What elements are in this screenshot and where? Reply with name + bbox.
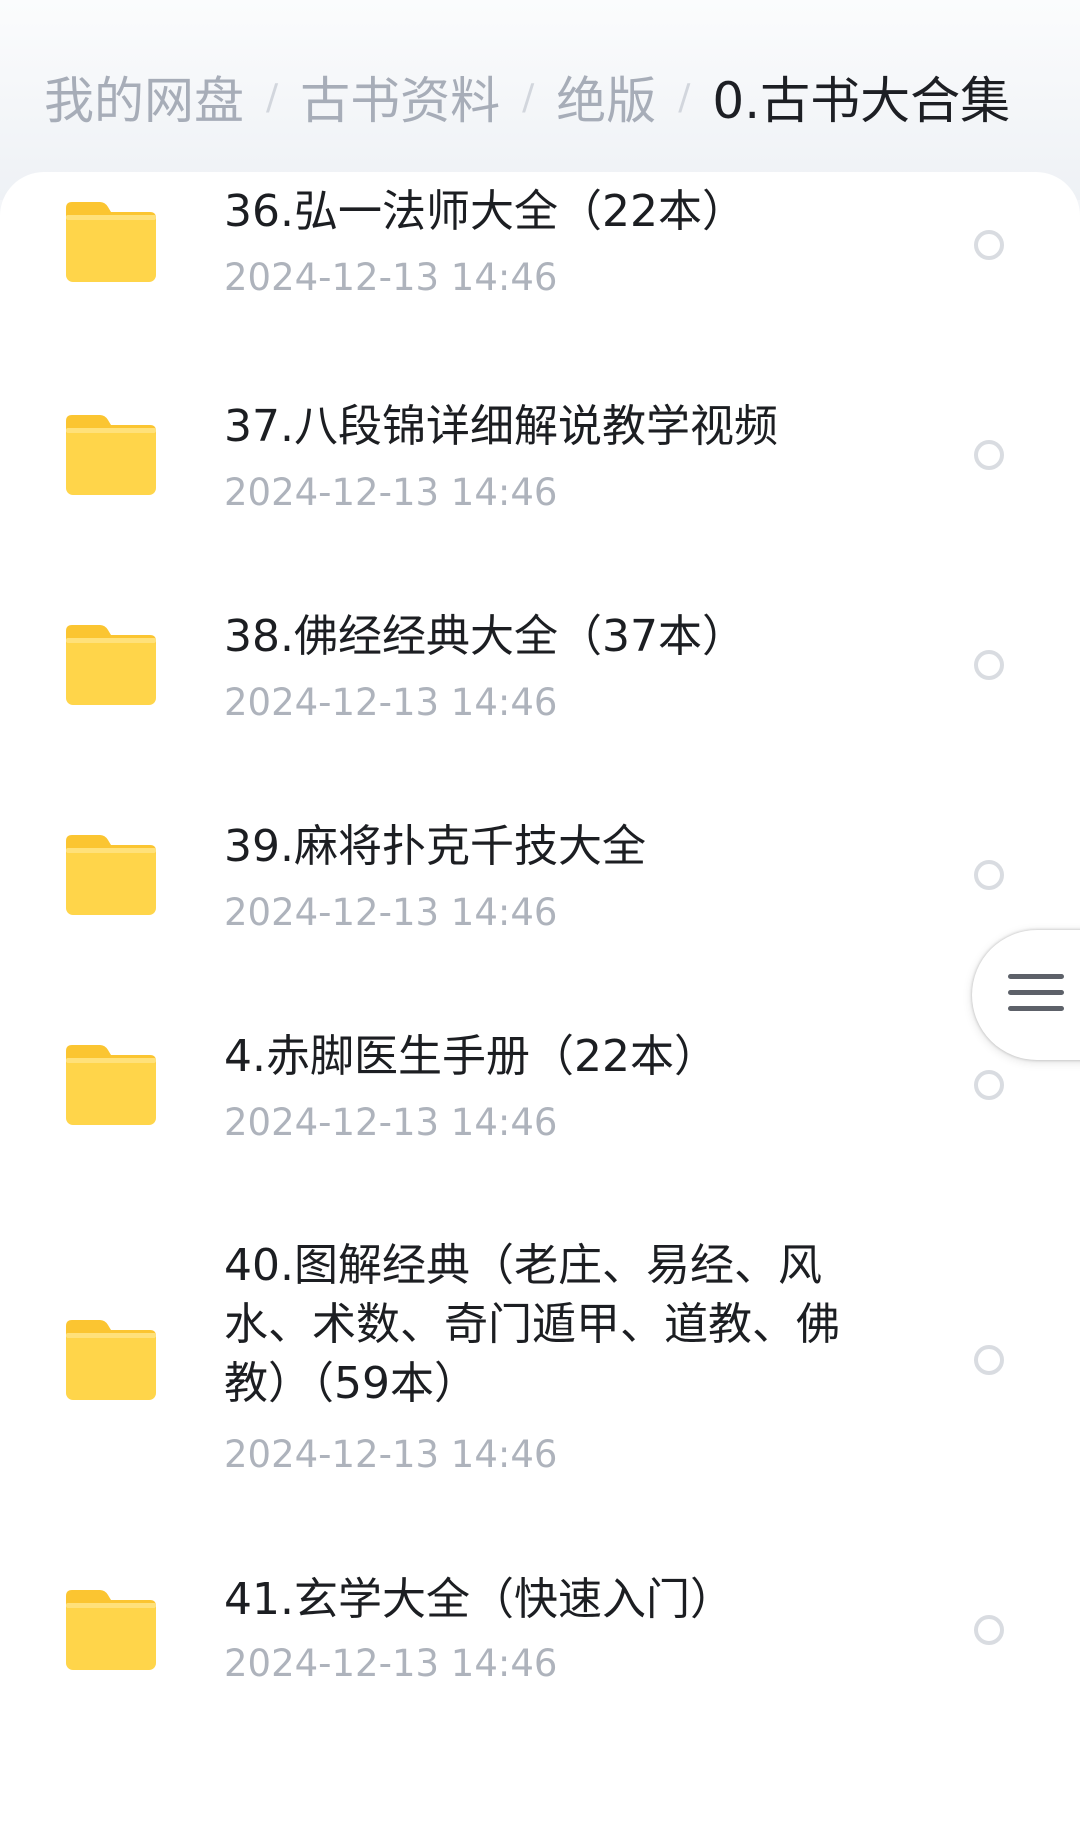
folder-icon <box>66 625 156 705</box>
file-date: 2024-12-13 14:46 <box>224 681 558 724</box>
file-list: 36.弘一法师大全（22本） 2024-12-13 14:46 37.八段锦详细… <box>0 172 1080 1822</box>
breadcrumb-separator: / <box>678 76 691 118</box>
file-row[interactable]: 36.弘一法师大全（22本） 2024-12-13 14:46 <box>0 172 1080 382</box>
select-radio[interactable] <box>974 860 1004 890</box>
file-name: 37.八段锦详细解说教学视频 <box>224 401 778 452</box>
select-radio[interactable] <box>974 650 1004 680</box>
file-date: 2024-12-13 14:46 <box>224 471 558 514</box>
select-radio[interactable] <box>974 440 1004 470</box>
file-date: 2024-12-13 14:46 <box>224 1642 558 1685</box>
breadcrumb-item-current: 0.古书大合集 <box>712 72 1011 130</box>
file-row[interactable]: 38.佛经经典大全（37本） 2024-12-13 14:46 <box>0 592 1080 802</box>
file-date: 2024-12-13 14:46 <box>224 1101 558 1144</box>
file-name: 4.赤脚医生手册（22本） <box>224 1031 718 1082</box>
folder-icon <box>66 1320 156 1400</box>
select-radio[interactable] <box>974 1345 1004 1375</box>
folder-icon <box>66 1590 156 1670</box>
select-radio[interactable] <box>974 1070 1004 1100</box>
menu-icon <box>1008 1006 1064 1011</box>
folder-icon <box>66 415 156 495</box>
folder-icon <box>66 202 156 282</box>
folder-icon <box>66 835 156 915</box>
file-row[interactable]: 4.赤脚医生手册（22本） 2024-12-13 14:46 <box>0 1012 1080 1222</box>
file-date: 2024-12-13 14:46 <box>224 1433 558 1476</box>
file-row[interactable]: 39.麻将扑克千技大全 2024-12-13 14:46 <box>0 802 1080 1012</box>
select-radio[interactable] <box>974 1615 1004 1645</box>
file-name: 39.麻将扑克千技大全 <box>224 821 646 872</box>
file-row[interactable]: 37.八段锦详细解说教学视频 2024-12-13 14:46 <box>0 382 1080 592</box>
breadcrumb-item-ancient-books[interactable]: 古书资料 <box>300 61 500 133</box>
select-radio[interactable] <box>974 230 1004 260</box>
file-name: 36.弘一法师大全（22本） <box>224 186 746 237</box>
breadcrumb-item-out-of-print[interactable]: 绝版 <box>556 61 656 133</box>
file-date: 2024-12-13 14:46 <box>224 256 558 299</box>
menu-icon <box>1008 990 1064 995</box>
file-row[interactable]: 41.玄学大全（快速入门） 2024-12-13 14:46 <box>0 1552 1080 1762</box>
breadcrumb-separator: / <box>266 76 279 118</box>
header: 我的网盘 / 古书资料 / 绝版 / 0.古书大合集 <box>0 0 1080 200</box>
file-name: 38.佛经经典大全（37本） <box>224 611 746 662</box>
file-row[interactable]: 40.图解经典（老庄、易经、风水、术数、奇门遁甲、道教、佛教）（59本） 202… <box>0 1222 1080 1552</box>
file-name: 40.图解经典（老庄、易经、风水、术数、奇门遁甲、道教、佛教）（59本） <box>224 1240 840 1409</box>
menu-icon <box>1008 974 1064 979</box>
breadcrumb: 我的网盘 / 古书资料 / 绝版 / 0.古书大合集 <box>44 62 1010 132</box>
breadcrumb-separator: / <box>522 76 535 118</box>
file-name: 41.玄学大全（快速入门） <box>224 1574 734 1625</box>
breadcrumb-item-my-drive[interactable]: 我的网盘 <box>44 61 244 133</box>
file-date: 2024-12-13 14:46 <box>224 891 558 934</box>
folder-icon <box>66 1045 156 1125</box>
